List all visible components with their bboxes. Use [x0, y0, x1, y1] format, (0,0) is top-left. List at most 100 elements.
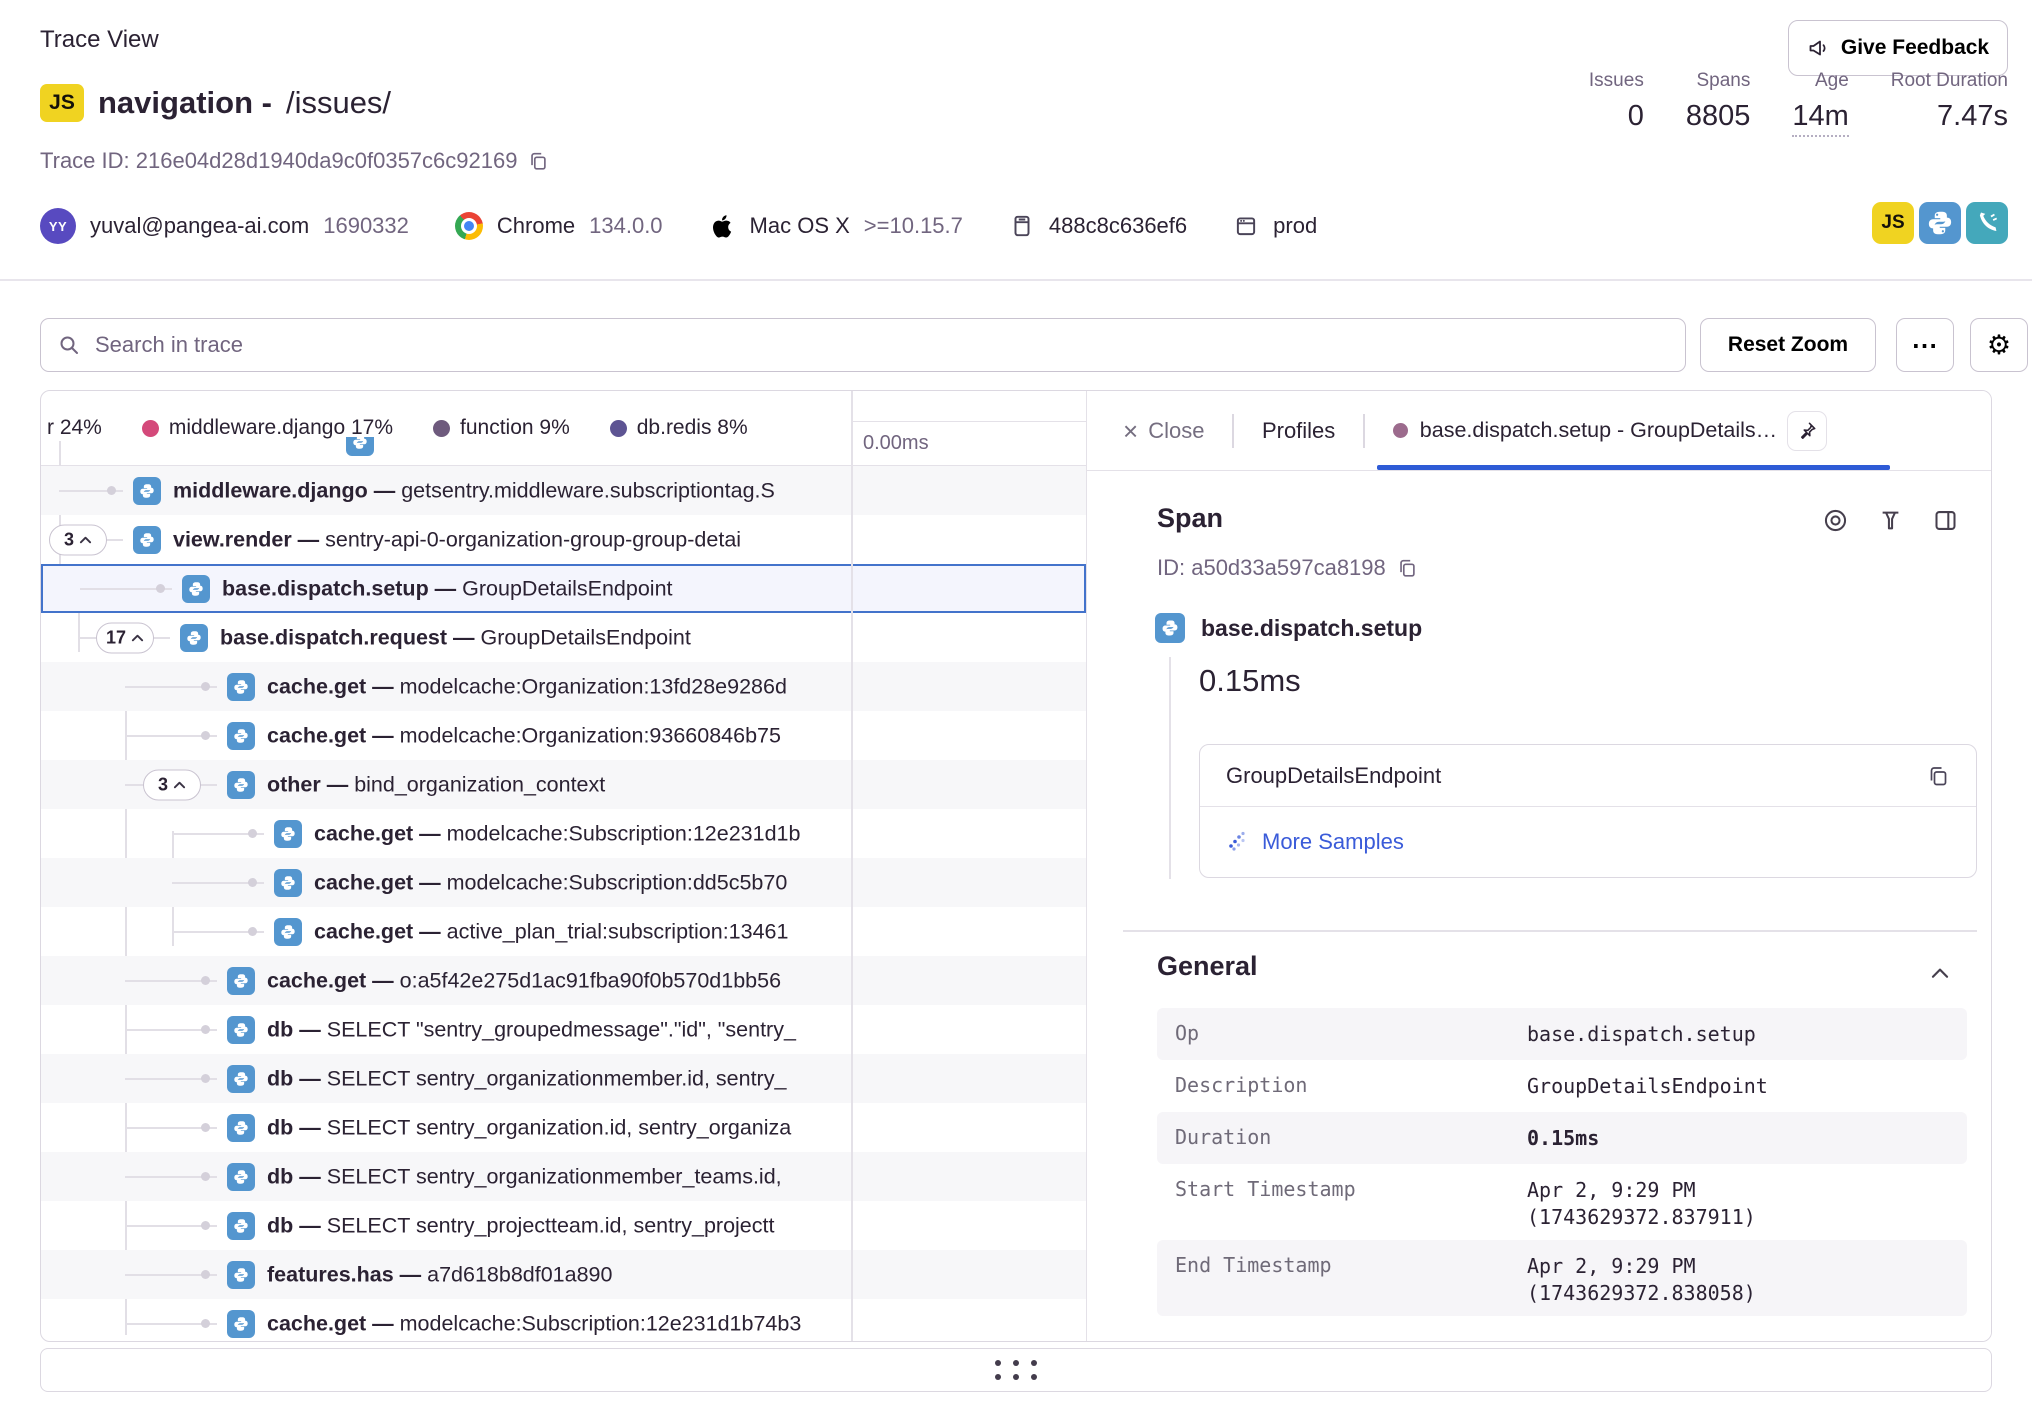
span-label: cache.get — modelcache:Organization:9366… [267, 723, 851, 748]
trace-span-row[interactable]: db — SELECT sentry_organization.id, sent… [41, 1103, 1086, 1152]
span-heading: Span [1157, 503, 1223, 534]
js-platform-badge: JS [40, 84, 84, 122]
more-options-button[interactable]: ⋯ [1896, 318, 1954, 372]
section-divider [1123, 930, 1977, 932]
tree-connector-dot [248, 829, 257, 838]
python-icon [227, 1163, 255, 1191]
gear-icon: ⚙ [1987, 330, 2011, 361]
trace-id-text: Trace ID: 216e04d28d1940da9c0f0357c6c921… [40, 148, 517, 174]
reset-zoom-button[interactable]: Reset Zoom [1700, 318, 1876, 372]
settings-button[interactable]: ⚙ [1970, 318, 2028, 372]
trace-span-row[interactable]: cache.get — modelcache:Organization:9366… [41, 711, 1086, 760]
trace-span-row[interactable]: middleware.django — getsentry.middleware… [41, 466, 1086, 515]
general-key: Start Timestamp [1175, 1164, 1527, 1201]
trace-span-row[interactable]: cache.get — modelcache:Organization:13fd… [41, 662, 1086, 711]
trace-span-row[interactable]: db — SELECT sentry_projectteam.id, sentr… [41, 1201, 1086, 1250]
give-feedback-button[interactable]: Give Feedback [1788, 20, 2008, 76]
python-icon [227, 1016, 255, 1044]
stat-value: 7.47s [1891, 100, 2008, 133]
general-table-row: Start Timestamp Apr 2, 9:29 PM (17436293… [1157, 1164, 1967, 1240]
give-feedback-label: Give Feedback [1841, 36, 1989, 60]
general-key: Op [1175, 1008, 1527, 1045]
trace-span-row[interactable]: base.dispatch.setup — GroupDetailsEndpoi… [41, 564, 1086, 613]
os-name: Mac OS X [750, 213, 850, 239]
platform-badges: JS [1872, 202, 2008, 244]
trace-span-row[interactable]: db — SELECT sentry_organizationmember.id… [41, 1054, 1086, 1103]
chevron-up-icon [131, 633, 144, 642]
tab-active-span[interactable]: base.dispatch.setup - GroupDetails… [1393, 418, 1777, 443]
more-samples-link[interactable]: More Samples [1262, 829, 1404, 855]
trace-span-row[interactable]: cache.get — modelcache:Subscription:12e2… [41, 809, 1086, 858]
trace-span-row[interactable]: cache.get — modelcache:Subscription:12e2… [41, 1299, 1086, 1342]
browser-version: 134.0.0 [589, 213, 662, 239]
drag-handle-icon[interactable] [995, 1360, 1037, 1380]
trace-span-row[interactable]: db — SELECT "sentry_groupedmessage"."id"… [41, 1005, 1086, 1054]
python-icon [227, 1212, 255, 1240]
general-value: Apr 2, 9:29 PM (1743629372.838058) [1527, 1240, 1949, 1307]
span-count-badge[interactable]: 3 [49, 524, 107, 555]
span-label: cache.get — active_plan_trial:subscripti… [314, 919, 851, 944]
device-id: 488c8c636ef6 [1049, 213, 1187, 239]
legend-item-truncated[interactable]: r 24% [47, 416, 102, 440]
general-table-row: Duration 0.15ms [1157, 1112, 1967, 1164]
tree-connector-dot [107, 486, 116, 495]
trace-span-row[interactable]: features.has — a7d618b8df01a890 [41, 1250, 1086, 1299]
tree-connector-dot [201, 682, 210, 691]
tree-connector-dot [201, 1270, 210, 1279]
span-label: features.has — a7d618b8df01a890 [267, 1262, 851, 1287]
trace-stats: Issues 0 Spans 8805 Age 14m Root Duratio… [1589, 70, 2008, 137]
trace-id-row: Trace ID: 216e04d28d1940da9c0f0357c6c921… [40, 148, 549, 174]
browser-name: Chrome [497, 213, 575, 239]
trace-title-path: /issues/ [286, 85, 391, 121]
legend-item[interactable]: function 9% [433, 416, 570, 440]
copy-icon[interactable] [1396, 557, 1418, 579]
python-icon [133, 477, 161, 505]
trace-span-row[interactable]: cache.get — modelcache:Subscription:dd5c… [41, 858, 1086, 907]
detail-tab-bar: × Close Profiles base.dispatch.setup - G… [1087, 391, 1992, 471]
trace-tree: middleware.django — getsentry.middleware… [41, 466, 1086, 1342]
trace-span-row[interactable]: cache.get — active_plan_trial:subscripti… [41, 907, 1086, 956]
stat-label: Issues [1589, 70, 1644, 92]
samples-icon [1226, 830, 1250, 854]
copy-icon[interactable] [1926, 764, 1950, 788]
trace-span-row[interactable]: 17 base.dispatch.request — GroupDetailsE… [41, 613, 1086, 662]
trace-span-row[interactable]: 3 other — bind_organization_context [41, 760, 1086, 809]
span-label: db — SELECT sentry_organizationmember.id… [267, 1066, 851, 1091]
general-section-heading: General [1157, 951, 1258, 982]
span-label: cache.get — modelcache:Subscription:dd5c… [314, 870, 851, 895]
span-count-badge[interactable]: 17 [96, 622, 154, 653]
span-id-row: ID: a50d33a597ca8198 [1157, 555, 1418, 581]
tab-profiles[interactable]: Profiles [1262, 418, 1335, 444]
pin-icon [1796, 420, 1818, 442]
tab-separator [1363, 414, 1365, 448]
split-view-icon[interactable] [1932, 507, 1959, 534]
chevron-up-icon[interactable] [1927, 961, 1953, 987]
trace-span-row[interactable]: 3 view.render — sentry-api-0-organizatio… [41, 515, 1086, 564]
target-icon[interactable] [1822, 507, 1849, 534]
general-value: 0.15ms [1527, 1112, 1949, 1152]
tree-connector-dot [201, 976, 210, 985]
search-input[interactable] [93, 331, 1669, 359]
span-label: base.dispatch.request — GroupDetailsEndp… [220, 625, 851, 650]
python-icon [227, 1065, 255, 1093]
span-count-badge[interactable]: 3 [143, 769, 201, 800]
funnel-icon[interactable] [1877, 507, 1904, 534]
tree-connector-dot [156, 584, 165, 593]
stat-label: Age [1792, 70, 1848, 92]
span-label: cache.get — modelcache:Subscription:12e2… [314, 821, 851, 846]
legend-item[interactable]: db.redis 8% [610, 416, 748, 440]
span-label: base.dispatch.setup — GroupDetailsEndpoi… [222, 576, 849, 601]
copy-icon[interactable] [527, 150, 549, 172]
close-detail-button[interactable]: × Close [1123, 418, 1204, 444]
pin-tab-button[interactable] [1787, 411, 1827, 451]
python-icon [182, 575, 210, 603]
python-icon [180, 624, 208, 652]
trace-span-row[interactable]: cache.get — o:a5f42e275d1ac91fba90f0b570… [41, 956, 1086, 1005]
ellipsis-icon: ⋯ [1912, 330, 1939, 361]
legend-dot [610, 420, 627, 437]
trace-stat: Spans 8805 [1686, 70, 1751, 137]
trace-span-row[interactable]: db — SELECT sentry_organizationmember_te… [41, 1152, 1086, 1201]
span-op-title: base.dispatch.setup [1155, 613, 1422, 643]
stat-label: Root Duration [1891, 70, 2008, 92]
span-header-actions [1822, 507, 1959, 534]
